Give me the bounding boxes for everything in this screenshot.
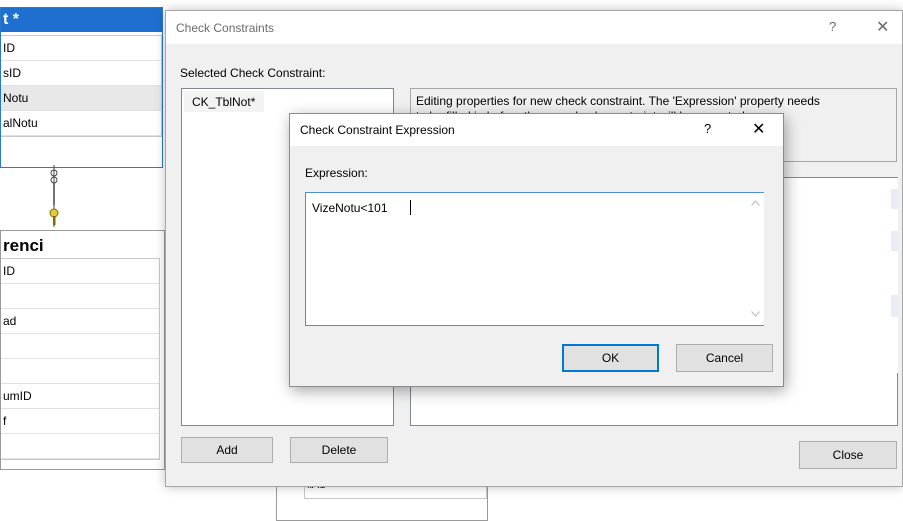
chevron-down-icon[interactable] (751, 311, 760, 317)
column-row[interactable]: ID (1, 36, 161, 61)
help-icon[interactable]: ? (829, 19, 836, 34)
chevron-up-icon[interactable] (751, 200, 760, 206)
dialog-title: Check Constraint Expression (300, 123, 455, 137)
grid-row-stripes (891, 178, 898, 373)
column-row[interactable]: ID (1, 259, 159, 284)
text-caret (410, 200, 411, 215)
cancel-button[interactable]: Cancel (676, 344, 773, 372)
description-line: Editing properties for new check constra… (416, 94, 820, 108)
add-button[interactable]: Add (181, 437, 273, 463)
expression-label: Expression: (305, 166, 368, 180)
column-list: ID ad umID f (1, 258, 160, 460)
column-row[interactable]: f (1, 409, 159, 434)
diagram-table-ogrenci[interactable]: renci ID ad umID f (0, 230, 165, 470)
column-row[interactable]: sID (1, 61, 161, 86)
help-icon[interactable]: ? (704, 121, 711, 136)
column-row[interactable]: umID (1, 384, 159, 409)
column-row[interactable]: Notu (1, 86, 161, 111)
dialog-title-bar: Check Constraint Expression ? ✕ (290, 114, 783, 146)
table-header[interactable]: t * (1, 8, 162, 32)
close-button[interactable]: Close (799, 441, 897, 469)
list-item-label: CK_TblNot* (192, 95, 256, 109)
column-row[interactable] (1, 284, 159, 309)
selected-constraint-label: Selected Check Constraint: (180, 66, 326, 80)
relationship-connector-icon[interactable] (40, 165, 70, 233)
diagram-table-not[interactable]: t * ID sID Notu alNotu (0, 7, 163, 168)
delete-button[interactable]: Delete (290, 437, 388, 463)
table-header[interactable]: renci (1, 236, 44, 256)
expression-textarea[interactable]: VizeNotu<101 (305, 192, 764, 326)
column-row[interactable] (1, 434, 159, 459)
column-row[interactable]: ad (1, 309, 159, 334)
column-row[interactable]: alNotu (1, 111, 161, 136)
expression-text: VizeNotu<101 (312, 201, 388, 215)
list-item[interactable]: CK_TblNot* (184, 91, 264, 112)
close-icon[interactable]: ✕ (752, 119, 765, 139)
vertical-scrollbar[interactable] (747, 193, 764, 325)
dialog-title: Check Constraints (176, 21, 275, 35)
dialog-title-bar: Check Constraints ? ✕ (166, 11, 902, 44)
ok-button[interactable]: OK (562, 344, 659, 372)
close-icon[interactable]: ✕ (876, 17, 889, 37)
column-row[interactable] (1, 334, 159, 359)
column-row[interactable] (1, 359, 159, 384)
expression-dialog: Check Constraint Expression ? ✕ Expressi… (289, 113, 784, 387)
column-list: ID sID Notu alNotu (1, 35, 162, 137)
